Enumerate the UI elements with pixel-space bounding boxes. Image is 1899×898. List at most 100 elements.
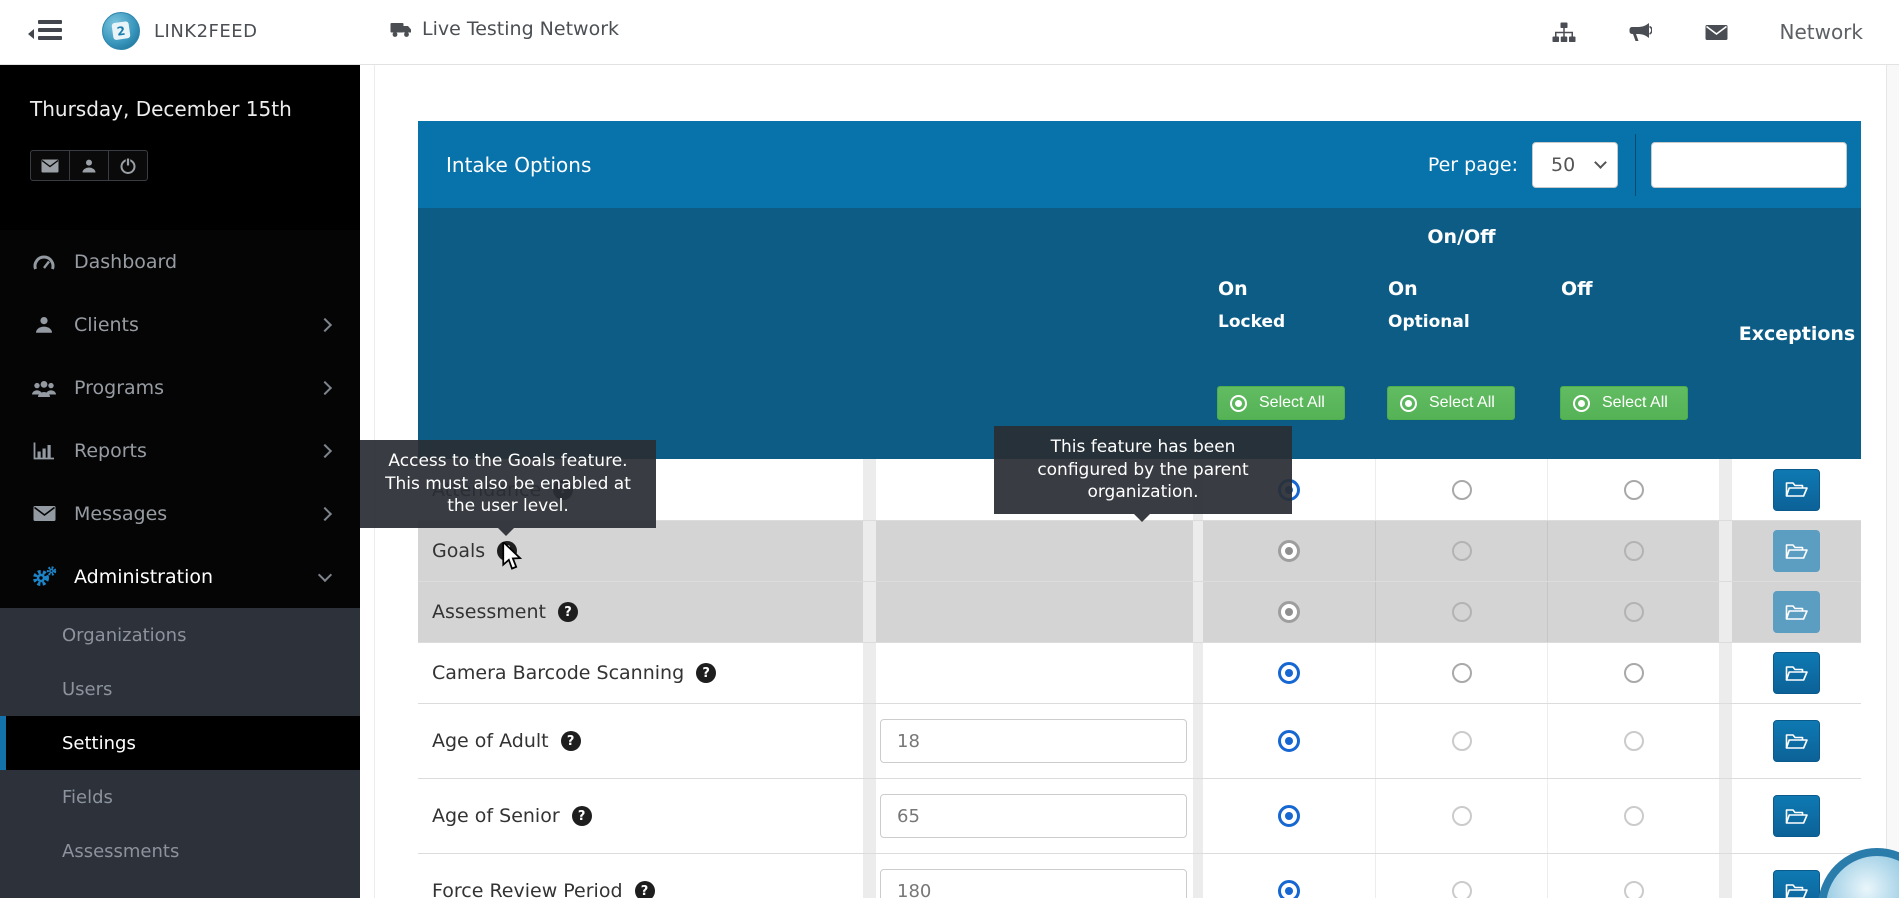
radio-cell-on-optional[interactable] xyxy=(1375,854,1547,898)
radio-cell-on-locked[interactable] xyxy=(1203,854,1375,898)
radio-cell-off[interactable] xyxy=(1547,779,1719,853)
radio-on-optional[interactable] xyxy=(1451,479,1472,500)
radio-cell-on-optional[interactable] xyxy=(1375,521,1547,581)
radio-cell-off[interactable] xyxy=(1547,459,1719,520)
radio-on-locked[interactable] xyxy=(1278,601,1300,623)
radio-cell-off[interactable] xyxy=(1547,643,1719,703)
radio-on-locked[interactable] xyxy=(1278,730,1300,752)
radio-cell-on-locked[interactable] xyxy=(1203,643,1375,703)
sidebar-item-clients[interactable]: Clients xyxy=(0,293,360,356)
feature-value-input[interactable] xyxy=(880,719,1187,763)
radio-cell-on-optional[interactable] xyxy=(1375,779,1547,853)
help-icon[interactable]: ? xyxy=(560,731,581,751)
dot-circle-icon xyxy=(1573,394,1590,412)
radio-off[interactable] xyxy=(1623,479,1644,500)
sidebar-item-programs[interactable]: Programs xyxy=(0,356,360,419)
radio-off[interactable] xyxy=(1623,663,1644,683)
select-all-on-locked-button[interactable]: Select All xyxy=(1217,386,1345,420)
radio-off[interactable] xyxy=(1623,602,1644,622)
feature-value-input[interactable] xyxy=(880,794,1187,838)
sidebar-toggle-button[interactable] xyxy=(28,16,68,48)
logout-power-button[interactable] xyxy=(108,150,148,181)
current-network-label: Live Testing Network xyxy=(422,18,620,40)
exceptions-button[interactable] xyxy=(1772,795,1820,837)
sidebar-item-administration[interactable]: Administration xyxy=(0,545,360,608)
select-all-on-optional-button[interactable]: Select All xyxy=(1387,386,1515,420)
radio-cell-on-locked[interactable] xyxy=(1203,704,1375,778)
sidebar-item-surveys[interactable]: Surveys xyxy=(0,878,360,898)
radio-cell-on-optional[interactable] xyxy=(1375,459,1547,520)
radio-on-optional[interactable] xyxy=(1451,731,1472,751)
radio-on-optional[interactable] xyxy=(1451,541,1472,561)
radio-cell-off[interactable] xyxy=(1547,582,1719,642)
chevron-down-icon xyxy=(1594,156,1607,169)
announcements-bullhorn-icon[interactable] xyxy=(1627,20,1653,44)
sidebar-item-reports[interactable]: Reports xyxy=(0,419,360,482)
feature-label-cell: Age of Senior ? xyxy=(418,779,863,853)
sidebar-item-label: Administration xyxy=(74,565,214,588)
brand-name: LINK2FEED xyxy=(154,20,258,42)
radio-cell-on-optional[interactable] xyxy=(1375,643,1547,703)
table-row: Goals ? xyxy=(418,520,1861,581)
current-date: Thursday, December 15th xyxy=(30,97,292,121)
radio-cell-on-locked[interactable] xyxy=(1203,779,1375,853)
messages-envelope-icon[interactable] xyxy=(1703,20,1729,44)
radio-on-optional[interactable] xyxy=(1451,806,1472,826)
help-icon[interactable]: ? xyxy=(571,806,592,826)
radio-cell-on-optional[interactable] xyxy=(1375,704,1547,778)
column-gap xyxy=(863,521,876,581)
help-icon[interactable]: ? xyxy=(557,602,578,622)
radio-on-optional[interactable] xyxy=(1451,663,1472,683)
radio-cell-on-locked[interactable] xyxy=(1203,582,1375,642)
radio-off[interactable] xyxy=(1623,881,1644,898)
exceptions-button[interactable] xyxy=(1772,530,1820,572)
exceptions-button[interactable] xyxy=(1772,468,1820,511)
radio-cell-off[interactable] xyxy=(1547,521,1719,581)
help-icon[interactable]: ? xyxy=(634,881,655,898)
select-all-off-button[interactable]: Select All xyxy=(1560,386,1688,420)
radio-on-optional[interactable] xyxy=(1451,881,1472,898)
radio-cell-on-locked[interactable] xyxy=(1203,521,1375,581)
per-page-select[interactable]: 50 xyxy=(1532,141,1618,188)
exceptions-button[interactable] xyxy=(1772,591,1820,633)
profile-button[interactable] xyxy=(69,150,109,181)
column-header-on-optional: On Optional xyxy=(1388,278,1470,332)
radio-on-optional[interactable] xyxy=(1451,602,1472,622)
feature-label-cell: Age of Adult ? xyxy=(418,704,863,778)
column-gap xyxy=(1719,704,1732,778)
sidebar-item-settings[interactable]: Settings xyxy=(0,716,360,770)
radio-off[interactable] xyxy=(1623,731,1644,751)
radio-cell-off[interactable] xyxy=(1547,854,1719,898)
radio-cell-off[interactable] xyxy=(1547,704,1719,778)
column-gap xyxy=(1193,704,1203,778)
brand[interactable]: 2 LINK2FEED xyxy=(102,12,258,50)
help-icon[interactable]: ? xyxy=(696,663,717,683)
sidebar-item-messages[interactable]: Messages xyxy=(0,482,360,545)
exceptions-button[interactable] xyxy=(1772,652,1820,694)
feature-input-cell xyxy=(876,643,1193,703)
radio-on-locked[interactable] xyxy=(1278,805,1300,827)
sidebar-item-users[interactable]: Users xyxy=(0,662,360,716)
exceptions-button[interactable] xyxy=(1772,720,1820,762)
search-input[interactable] xyxy=(1651,141,1847,188)
network-menu[interactable]: Network xyxy=(1779,20,1863,44)
scrollbar-track[interactable] xyxy=(1886,65,1899,898)
sidebar-item-fields[interactable]: Fields xyxy=(0,770,360,824)
mail-button[interactable] xyxy=(30,150,70,181)
user-icon xyxy=(30,315,58,335)
sidebar-item-dashboard[interactable]: Dashboard xyxy=(0,230,360,293)
radio-on-locked[interactable] xyxy=(1278,540,1300,562)
radio-on-locked[interactable] xyxy=(1278,880,1300,898)
sidebar-item-assessments[interactable]: Assessments xyxy=(0,824,360,878)
radio-cell-on-optional[interactable] xyxy=(1375,582,1547,642)
radio-off[interactable] xyxy=(1623,541,1644,561)
feature-value-input[interactable] xyxy=(880,869,1187,898)
exceptions-button[interactable] xyxy=(1772,870,1820,898)
sitemap-icon[interactable] xyxy=(1551,20,1577,44)
radio-off[interactable] xyxy=(1623,806,1644,826)
radio-on-locked[interactable] xyxy=(1278,662,1300,684)
collapse-arrow-icon xyxy=(28,29,34,39)
sidebar-item-organizations[interactable]: Organizations xyxy=(0,608,360,662)
column-gap xyxy=(1193,582,1203,642)
folder-open-icon xyxy=(1785,543,1808,559)
